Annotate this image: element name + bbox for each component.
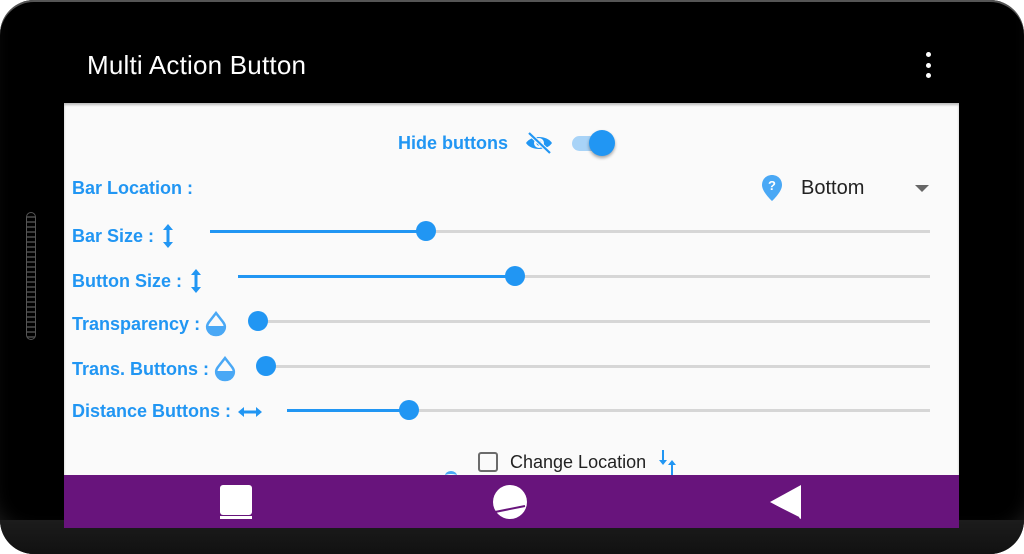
- bar-size-slider[interactable]: [210, 220, 930, 242]
- vertical-resize-icon: [163, 224, 174, 248]
- bar-location-dropdown[interactable]: ? Bottom: [761, 173, 929, 203]
- bar-location-value: Bottom: [801, 176, 865, 199]
- horizontal-resize-icon: [238, 406, 263, 417]
- transparency-slider[interactable]: [248, 310, 930, 332]
- slider-fill: [287, 409, 410, 412]
- slider-thumb[interactable]: [504, 266, 525, 286]
- app-title: Multi Action Button: [87, 50, 307, 80]
- device-side-button: [26, 212, 36, 340]
- back-icon[interactable]: [769, 485, 803, 519]
- change-location-checkbox[interactable]: [478, 452, 498, 472]
- svg-text:?: ?: [768, 178, 776, 193]
- eye-off-icon: [526, 131, 552, 155]
- toggle-thumb: [589, 130, 615, 156]
- vertical-resize-icon: [191, 269, 201, 293]
- bar-size-label: Bar Size :: [72, 223, 174, 249]
- slider-rail: [266, 365, 930, 368]
- dropdown-arrow-icon: [915, 185, 929, 192]
- hide-buttons-row: Hide buttons: [398, 129, 616, 157]
- distance-buttons-slider[interactable]: [287, 399, 930, 421]
- more-vert-icon: [925, 52, 931, 57]
- water-drop-half-icon: [215, 356, 235, 382]
- change-location-label: Change Location: [510, 451, 647, 472]
- button-size-slider[interactable]: [238, 265, 930, 287]
- transparency-label: Transparency :: [72, 311, 227, 337]
- swap-vertical-icon: [659, 450, 677, 475]
- settings-panel: Hide buttons Bar Location : ? Bottom Bar…: [64, 103, 959, 475]
- overflow-menu-button[interactable]: [920, 52, 936, 78]
- change-location-row[interactable]: Change Location: [478, 449, 678, 475]
- home-icon[interactable]: [493, 485, 527, 519]
- slider-fill: [238, 275, 515, 278]
- slider-rail: [258, 320, 930, 323]
- water-drop-half-icon: [206, 311, 227, 337]
- slider-fill: [210, 230, 426, 233]
- slider-thumb[interactable]: [416, 221, 436, 241]
- hide-buttons-toggle[interactable]: [570, 129, 616, 157]
- button-size-label: Button Size :: [72, 268, 202, 294]
- slider-thumb[interactable]: [256, 356, 276, 376]
- location-help-icon: ?: [762, 175, 782, 201]
- slider-thumb[interactable]: [399, 400, 420, 420]
- trans-buttons-label: Trans. Buttons :: [72, 356, 236, 382]
- slider-thumb[interactable]: [248, 311, 268, 331]
- system-navigation-bar: [64, 475, 959, 528]
- recents-icon[interactable]: [219, 485, 253, 519]
- hide-buttons-label: Hide buttons: [398, 132, 508, 153]
- bar-location-label: Bar Location :: [72, 178, 194, 198]
- distance-buttons-label: Distance Buttons :: [72, 401, 263, 422]
- device-frame: Multi Action Button Hide buttons Bar Loc…: [0, 0, 1024, 554]
- trans-buttons-slider[interactable]: [256, 355, 930, 377]
